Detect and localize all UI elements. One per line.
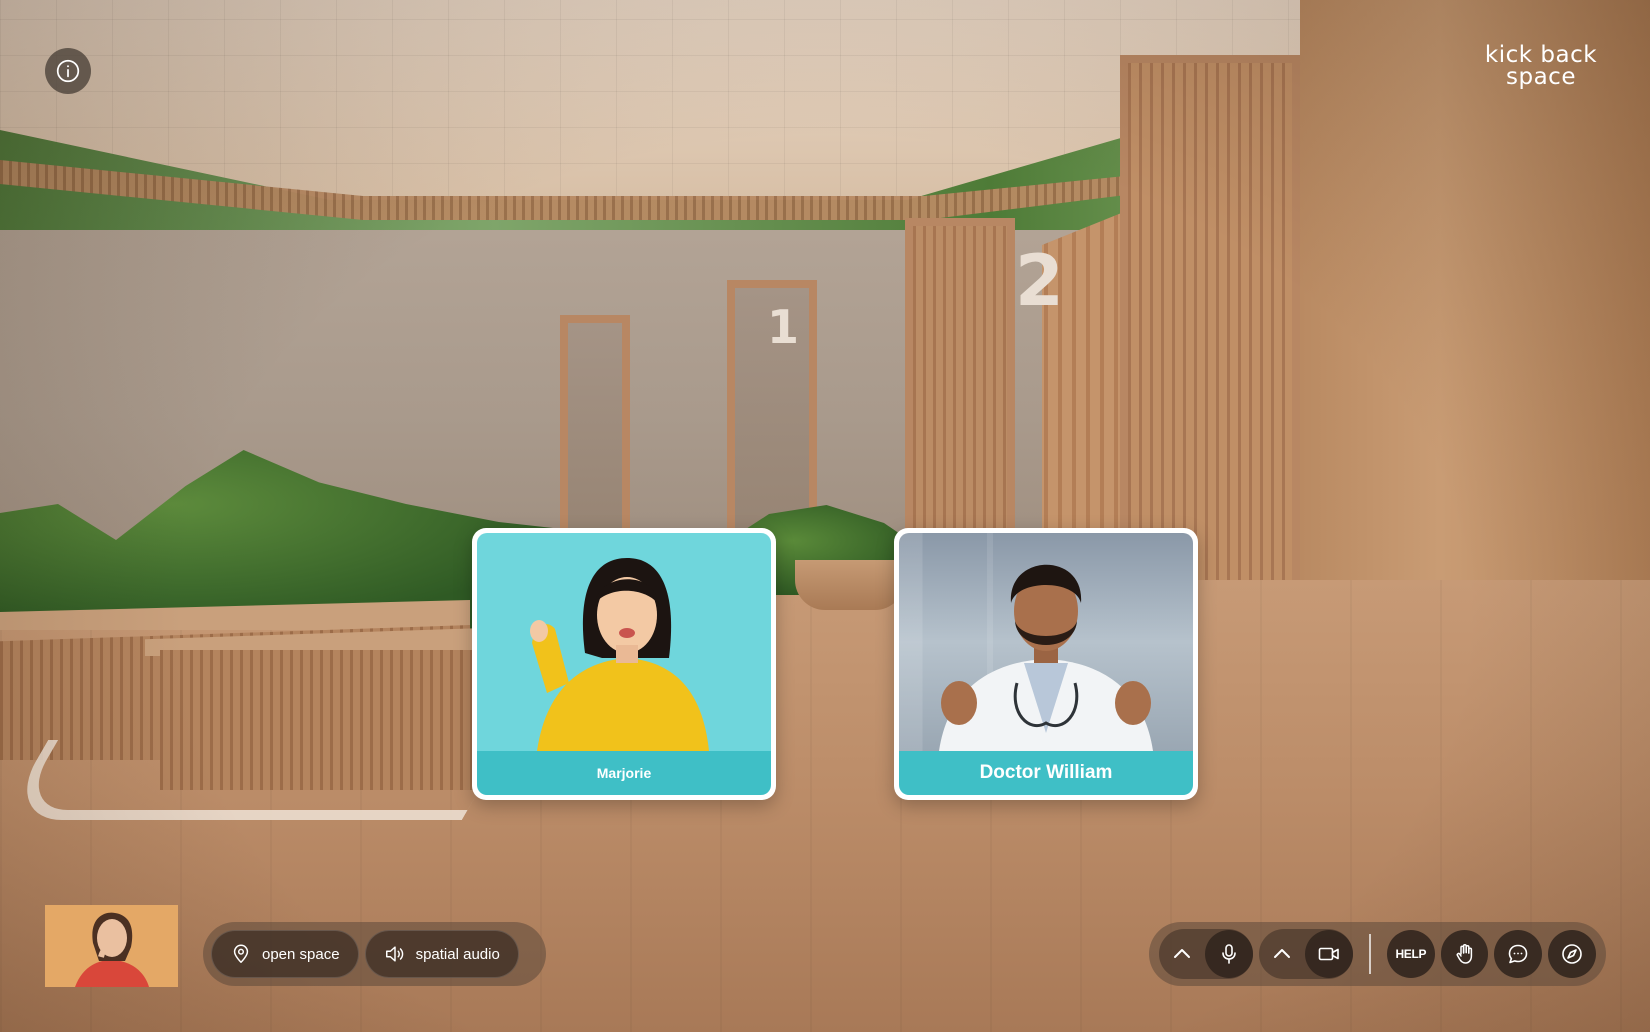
raise-hand-button[interactable] bbox=[1440, 930, 1489, 978]
open-space-button[interactable]: open space bbox=[211, 930, 359, 978]
camera-button[interactable] bbox=[1304, 930, 1353, 978]
virtual-room-scene: 1 2 bbox=[0, 0, 1650, 1032]
microphone-button[interactable] bbox=[1205, 930, 1253, 978]
participant-video bbox=[899, 533, 1193, 751]
help-button[interactable]: HELP bbox=[1386, 930, 1435, 978]
brand-logo-line1: kick back bbox=[1484, 42, 1598, 68]
participant-name: Marjorie bbox=[477, 751, 771, 795]
info-icon bbox=[56, 59, 80, 83]
spatial-audio-label: spatial audio bbox=[415, 945, 500, 963]
microphone-control-group bbox=[1159, 929, 1253, 979]
compass-icon bbox=[1562, 944, 1582, 964]
participant-avatar bbox=[530, 558, 709, 751]
participant-video-card[interactable]: Marjorie bbox=[472, 528, 776, 800]
vignette bbox=[0, 0, 1650, 1032]
camera-options-button[interactable] bbox=[1259, 929, 1305, 979]
chat-icon bbox=[1509, 944, 1528, 964]
chevron-up-icon bbox=[1273, 949, 1290, 958]
spatial-audio-button[interactable]: spatial audio bbox=[364, 930, 519, 978]
self-view-avatar bbox=[75, 912, 149, 987]
location-toolbar: open space spatial audio bbox=[203, 922, 546, 986]
navigate-button[interactable] bbox=[1548, 930, 1596, 978]
raise-hand-icon bbox=[1456, 944, 1472, 964]
chevron-up-icon bbox=[1174, 949, 1190, 958]
brand-logo: kick back space bbox=[1476, 42, 1606, 90]
open-space-label: open space bbox=[262, 945, 340, 963]
self-view-video[interactable] bbox=[45, 905, 178, 987]
info-button[interactable] bbox=[45, 48, 91, 94]
chat-button[interactable] bbox=[1494, 930, 1543, 978]
microphone-options-button[interactable] bbox=[1159, 929, 1205, 979]
participant-video-card[interactable]: Doctor William bbox=[894, 528, 1198, 800]
camera-icon bbox=[1318, 947, 1339, 961]
participant-video bbox=[477, 533, 771, 751]
participant-name: Doctor William bbox=[899, 751, 1193, 795]
help-icon: HELP bbox=[1395, 947, 1427, 961]
toolbar-divider bbox=[1368, 934, 1371, 974]
map-pin-icon bbox=[233, 944, 249, 963]
camera-control-group bbox=[1258, 929, 1353, 979]
speaker-icon bbox=[385, 946, 403, 962]
call-controls-toolbar: HELP bbox=[1149, 922, 1606, 986]
participant-avatar bbox=[939, 564, 1153, 751]
microphone-icon bbox=[1222, 944, 1236, 964]
brand-logo-line2: space bbox=[1506, 64, 1576, 90]
